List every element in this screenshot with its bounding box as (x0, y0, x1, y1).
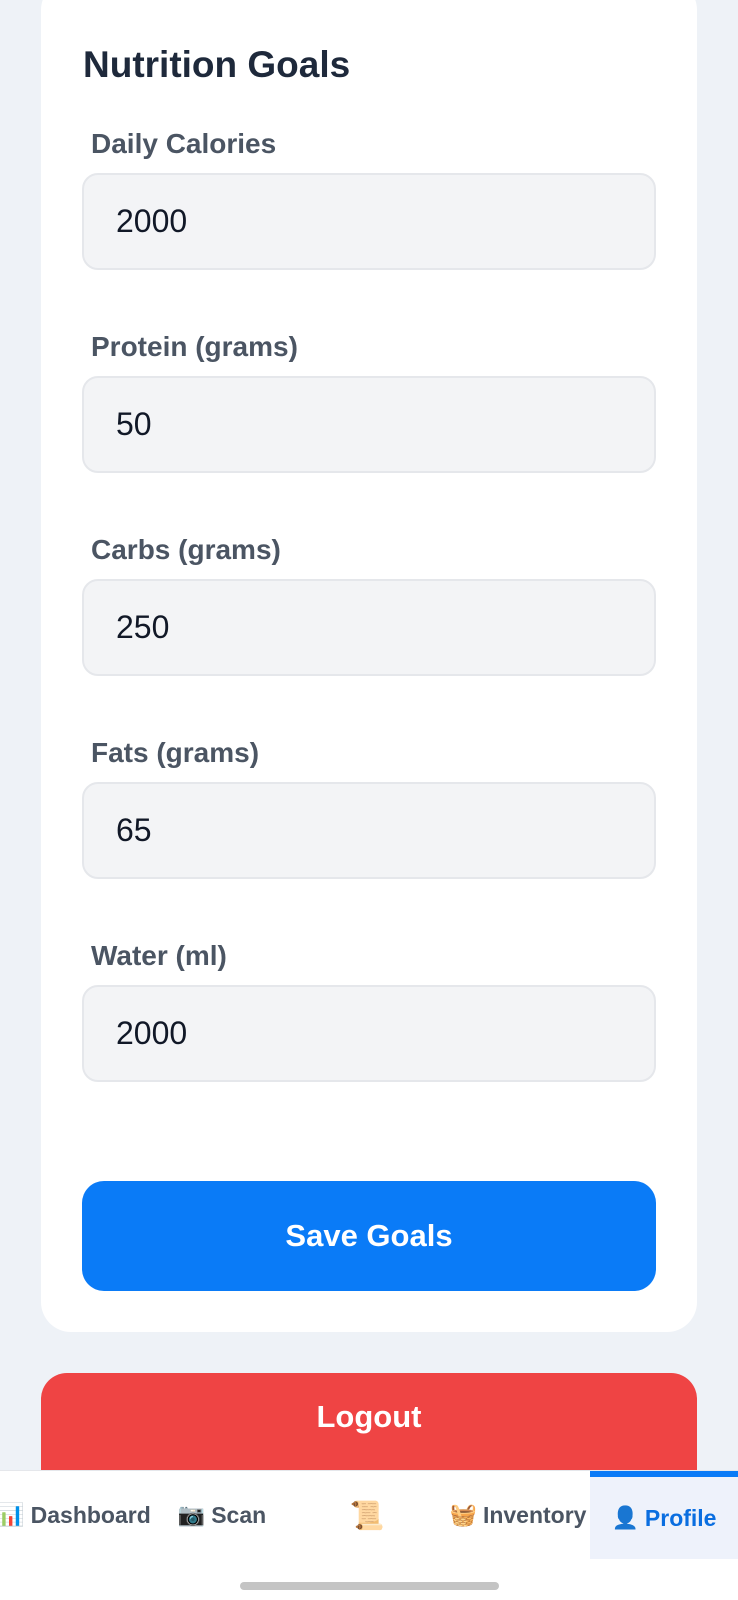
nav-label-profile: Profile (644, 1504, 717, 1531)
home-indicator[interactable] (240, 1582, 499, 1590)
carbs-input[interactable] (82, 579, 656, 676)
water-input[interactable] (82, 985, 656, 1082)
nav-item-inventory[interactable]: 🧺 Inventory (444, 1471, 592, 1559)
profile-screen: Nutrition Goals Daily Calories Protein (… (0, 0, 738, 1600)
logout-label: Logout (316, 1399, 422, 1434)
card-title: Nutrition Goals (83, 44, 351, 85)
fats-label: Fats (grams) (91, 737, 260, 768)
user-icon: 👤 (611, 1505, 639, 1530)
water-label: Water (ml) (91, 940, 227, 971)
scroll-icon: 📜 (349, 1499, 385, 1531)
nav-label-inventory: Inventory (482, 1501, 587, 1528)
carbs-label: Carbs (grams) (91, 534, 281, 565)
daily-calories-input[interactable] (82, 173, 656, 270)
save-goals-button[interactable]: Save Goals (82, 1181, 656, 1291)
nav-item-recipes[interactable]: 📜 (296, 1471, 444, 1559)
nutrition-goals-card: Nutrition Goals Daily Calories Protein (… (41, 0, 697, 1332)
bottom-nav: 📊 Dashboard 📷 Scan 📜 🧺 Inventory 👤 Profi… (0, 1470, 738, 1600)
basket-icon: 🧺 (449, 1502, 477, 1527)
nav-item-profile[interactable]: 👤 Profile (590, 1471, 738, 1559)
nav-label-scan: Scan (211, 1501, 267, 1528)
camera-icon: 📷 (177, 1502, 206, 1527)
protein-input[interactable] (82, 376, 656, 473)
nav-label-dashboard: Dashboard (30, 1501, 151, 1528)
nav-item-dashboard[interactable]: 📊 Dashboard (0, 1471, 151, 1559)
daily-calories-label: Daily Calories (91, 128, 277, 159)
fats-input[interactable] (82, 782, 656, 879)
protein-label: Protein (grams) (91, 331, 298, 362)
chart-icon: 📊 (0, 1502, 25, 1527)
nav-item-scan[interactable]: 📷 Scan (148, 1471, 296, 1559)
